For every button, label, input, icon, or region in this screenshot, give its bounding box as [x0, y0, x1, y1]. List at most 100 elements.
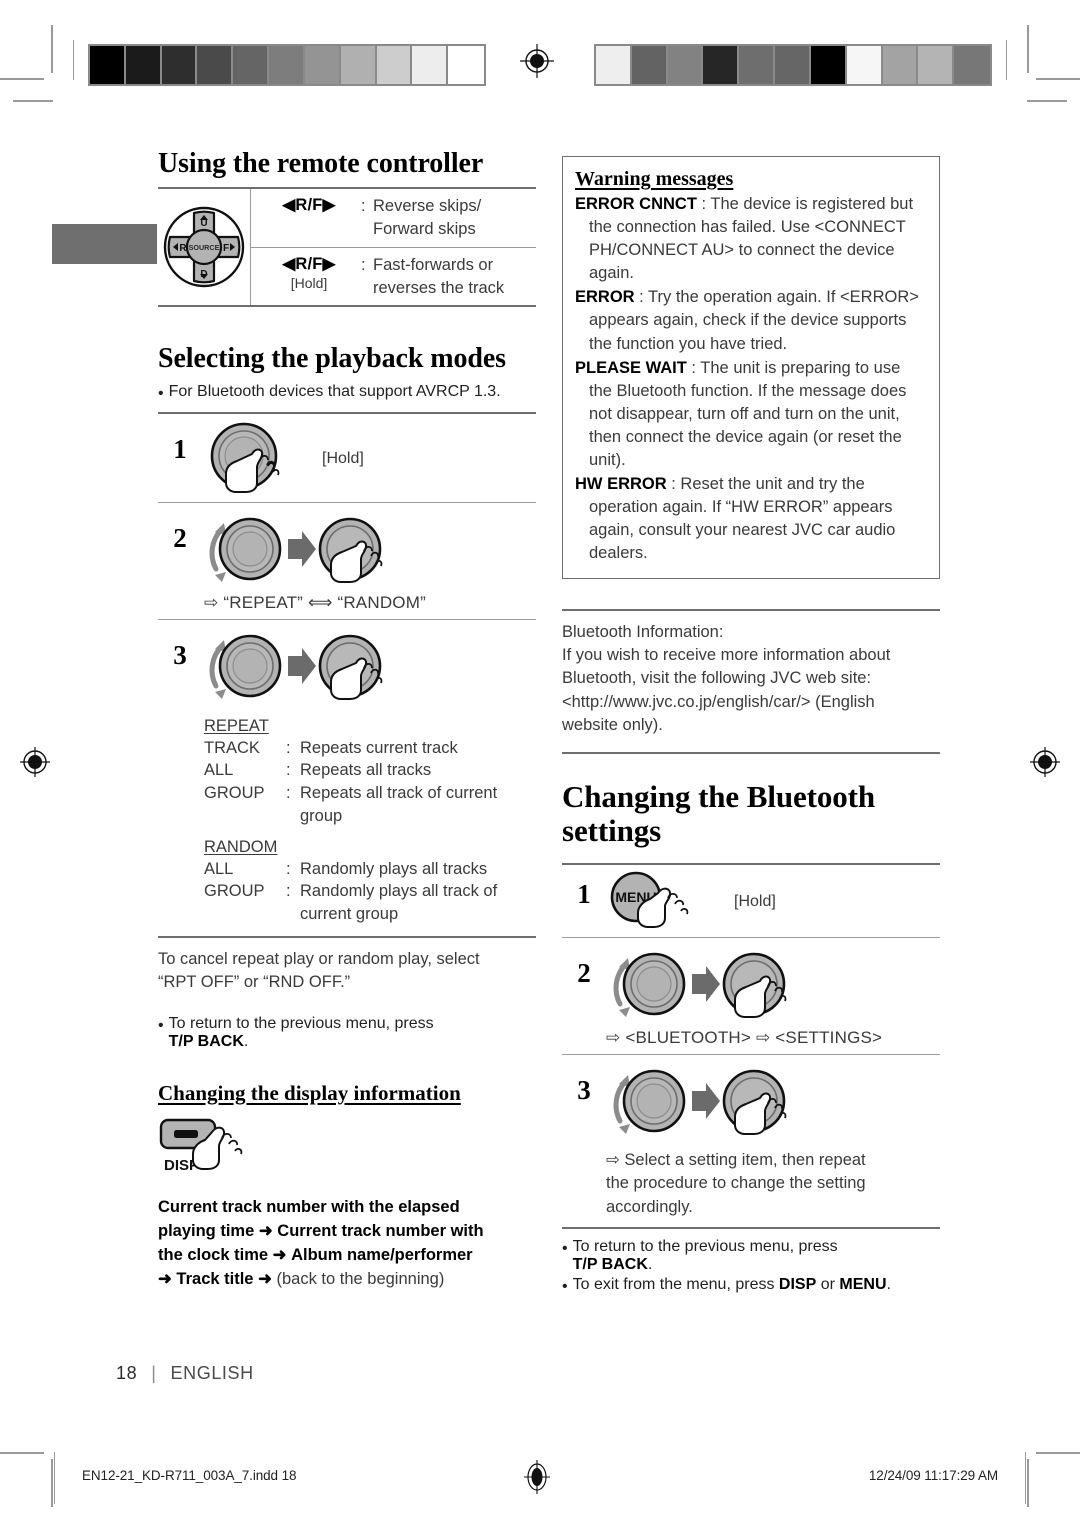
calibration-swatch — [304, 46, 341, 84]
left-arrow-icon: ◀ — [282, 196, 296, 215]
menu-button[interactable]: MENU — [839, 1276, 886, 1293]
step-illustration — [606, 944, 940, 1024]
warning-label: PLEASE WAIT — [575, 358, 687, 377]
settings-exit-bullet: • To exit from the menu, press DISP or M… — [562, 1276, 940, 1299]
dpad-icon: SOURCE U D R F — [163, 207, 245, 288]
calibration-swatch — [161, 46, 198, 84]
dial-turn-press-icon — [209, 517, 383, 583]
disp-button[interactable]: DISP — [779, 1276, 816, 1293]
imprint-rule-left — [54, 1452, 55, 1504]
disp-button-icon: DISP — [159, 1118, 243, 1174]
page-footer: 18 | ENGLISH — [116, 1363, 254, 1384]
calibration-swatch — [703, 46, 740, 84]
tp-back-button[interactable]: T/P BACK — [573, 1256, 648, 1273]
imprint-filename: EN12-21_KD-R711_003A_7.indd 18 — [82, 1468, 297, 1483]
svg-text:R: R — [179, 243, 187, 254]
definition-heading: RANDOM — [204, 837, 278, 856]
right-column: Warning messages ERROR CNNCT : The devic… — [562, 156, 940, 1299]
page-number: 18 — [116, 1363, 138, 1383]
bullet-dot: • — [562, 1240, 568, 1258]
crop-mark-tl-h — [0, 78, 44, 80]
calibration-swatch — [810, 46, 847, 84]
playback-note: • For Bluetooth devices that support AVR… — [158, 383, 536, 406]
arrow-icon: ➜ — [258, 1270, 272, 1289]
playback-step-2-result: ⇨ “REPEAT” ⟺ “RANDOM” — [204, 592, 426, 612]
page-title-bluetooth-settings: Changing the Bluetooth settings — [562, 778, 876, 849]
settings-step-3: 3 — [562, 1055, 940, 1145]
calibration-swatch — [412, 46, 449, 84]
settings-return-bullet: • To return to the previous menu, press T… — [562, 1238, 838, 1274]
bullet-dot: • — [158, 1016, 164, 1034]
page-title-remote: Using the remote controller — [158, 148, 484, 179]
manual-page: Using the remote controller SOURCE U D R… — [0, 0, 1080, 1532]
trim-guide-right — [1006, 40, 1007, 80]
right-arrow-icon: ▶ — [322, 196, 336, 215]
crop-mark-tr-h2 — [1027, 100, 1067, 102]
step-illustration — [202, 626, 536, 706]
remote-dpad-illustration: SOURCE U D R F — [158, 189, 251, 306]
remote-key-label: R/F — [295, 254, 323, 273]
bullet-dot: • — [158, 384, 164, 402]
dial-turn-press-icon — [613, 952, 787, 1019]
warning-label: ERROR CNNCT — [575, 195, 697, 213]
playback-step-3: 3 — [158, 620, 536, 710]
divider — [562, 608, 940, 611]
remote-key: ◀R/F▶ [Hold] — [261, 254, 357, 300]
trim-guide-left — [73, 40, 74, 80]
definition-row: ALL : Repeats all tracks — [204, 761, 432, 780]
thumb-index-tab — [52, 224, 157, 264]
warning-item: ERROR : Try the operation again. If <ERR… — [575, 288, 919, 353]
crop-mark-bl-h — [0, 1452, 44, 1454]
definition-row: TRACK : Repeats current track — [204, 738, 458, 757]
remote-description: : Reverse skips/ Forward skips — [361, 197, 482, 239]
warning-item: HW ERROR : Reset the unit and try the op… — [575, 475, 896, 563]
hold-label: [Hold] — [734, 893, 776, 911]
settings-step-2-result: ⇨ <BLUETOOTH> ⇨ <SETTINGS> — [606, 1028, 883, 1048]
hold-label: [Hold] — [290, 274, 328, 291]
calibration-swatch — [918, 46, 955, 84]
calibration-swatch — [269, 46, 305, 84]
definition-row: GROUP : Repeats all track of current — [204, 784, 498, 803]
disp-button-illustration: DISP — [158, 1114, 536, 1189]
remote-row: ◀R/F▶ [Hold] : Fast-forwards or reverses … — [251, 246, 536, 306]
warning-label: HW ERROR — [575, 475, 667, 494]
crop-mark-tr-v — [1027, 25, 1029, 73]
playback-step-1: 1 [Hold] — [158, 414, 536, 502]
crop-mark-tr-h — [1036, 78, 1080, 80]
warning-heading: Warning messages — [575, 168, 734, 190]
dial-hold-icon — [210, 422, 280, 493]
definition-continuation: current group — [300, 905, 399, 924]
display-sequence: Current track number with the elapsed pl… — [158, 1197, 484, 1289]
footer-language: ENGLISH — [170, 1363, 254, 1383]
arrow-icon: ➜ — [272, 1246, 287, 1265]
tp-back-button[interactable]: T/P BACK — [169, 1033, 244, 1050]
step-illustration: MENU [Hold] — [606, 871, 940, 933]
registration-mark-top — [520, 44, 554, 78]
calibration-swatch — [90, 46, 126, 84]
step-illustration: [Hold] — [202, 420, 536, 498]
display-info-heading: Changing the display information — [158, 1080, 461, 1105]
imprint-datetime: 12/24/09 11:17:29 AM — [868, 1468, 998, 1483]
left-arrow-icon: ◀ — [282, 254, 296, 273]
registration-mark-right — [1028, 745, 1062, 779]
settings-step-1: 1 MENU [Hold] — [562, 865, 940, 937]
settings-select-note: ⇨ Select a setting item, then repeat the… — [606, 1151, 866, 1216]
return-bullet: • To return to the previous menu, press T… — [158, 1014, 434, 1050]
right-arrow-icon: ▶ — [322, 254, 336, 273]
divider — [158, 935, 536, 938]
step-illustration — [606, 1061, 940, 1141]
step-number: 1 — [173, 433, 187, 464]
warning-item: PLEASE WAIT : The unit is preparing to u… — [575, 358, 907, 470]
menu-button-icon: MENU — [610, 871, 689, 929]
footer-separator: | — [151, 1363, 157, 1383]
playback-step-2: 2 — [158, 503, 536, 593]
step-number: 3 — [173, 639, 187, 670]
step-number: 3 — [577, 1075, 591, 1106]
calibration-swatch — [631, 46, 668, 84]
arrow-icon: ➜ — [158, 1270, 172, 1289]
registration-mark-bottom — [520, 1460, 554, 1494]
remote-controller-table: SOURCE U D R F ◀R/F▶ :Reve — [158, 187, 536, 308]
divider — [562, 1227, 940, 1230]
crop-mark-br-v — [1027, 1459, 1029, 1507]
definition-row: ALL : Randomly plays all tracks — [204, 859, 488, 878]
